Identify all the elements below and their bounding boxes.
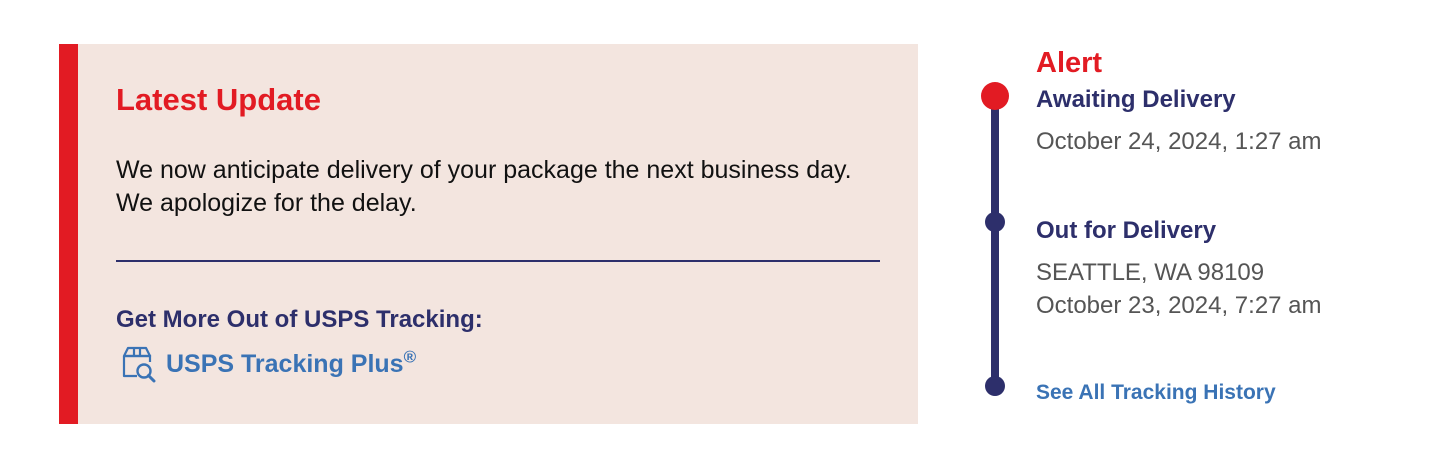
latest-update-message: We now anticipate delivery of your packa… xyxy=(116,156,852,217)
registered-mark: ® xyxy=(403,347,417,367)
promo-link-text: USPS Tracking Plus® xyxy=(166,347,417,379)
card-divider xyxy=(116,260,880,262)
promo-link-label: USPS Tracking Plus xyxy=(166,349,404,378)
event-status-out-for-delivery: Out for Delivery xyxy=(1036,217,1217,244)
alert-accent-bar xyxy=(59,44,78,424)
usps-tracking-plus-link[interactable]: USPS Tracking Plus® xyxy=(120,344,416,384)
timeline-dot xyxy=(985,212,1005,232)
event-date: October 24, 2024, 1:27 am xyxy=(1036,128,1322,155)
package-search-icon xyxy=(122,346,156,383)
latest-update-card: Latest Update We now anticipate delivery… xyxy=(59,44,918,424)
alert-status-dot xyxy=(981,82,1009,110)
alert-label: Alert xyxy=(1036,47,1103,79)
event-date: October 23, 2024, 7:27 am xyxy=(1036,292,1322,319)
timeline-line xyxy=(991,100,999,386)
tracking-status-panel: Latest Update We now anticipate delivery… xyxy=(0,0,1456,456)
promo-heading: Get More Out of USPS Tracking: xyxy=(116,306,483,333)
event-status-awaiting-delivery: Awaiting Delivery xyxy=(1036,86,1236,113)
event-location: SEATTLE, WA 98109 xyxy=(1036,259,1265,286)
timeline-end-dot xyxy=(985,376,1005,396)
see-all-tracking-history-link[interactable]: See All Tracking History xyxy=(1036,381,1276,405)
latest-update-title: Latest Update xyxy=(116,82,321,117)
